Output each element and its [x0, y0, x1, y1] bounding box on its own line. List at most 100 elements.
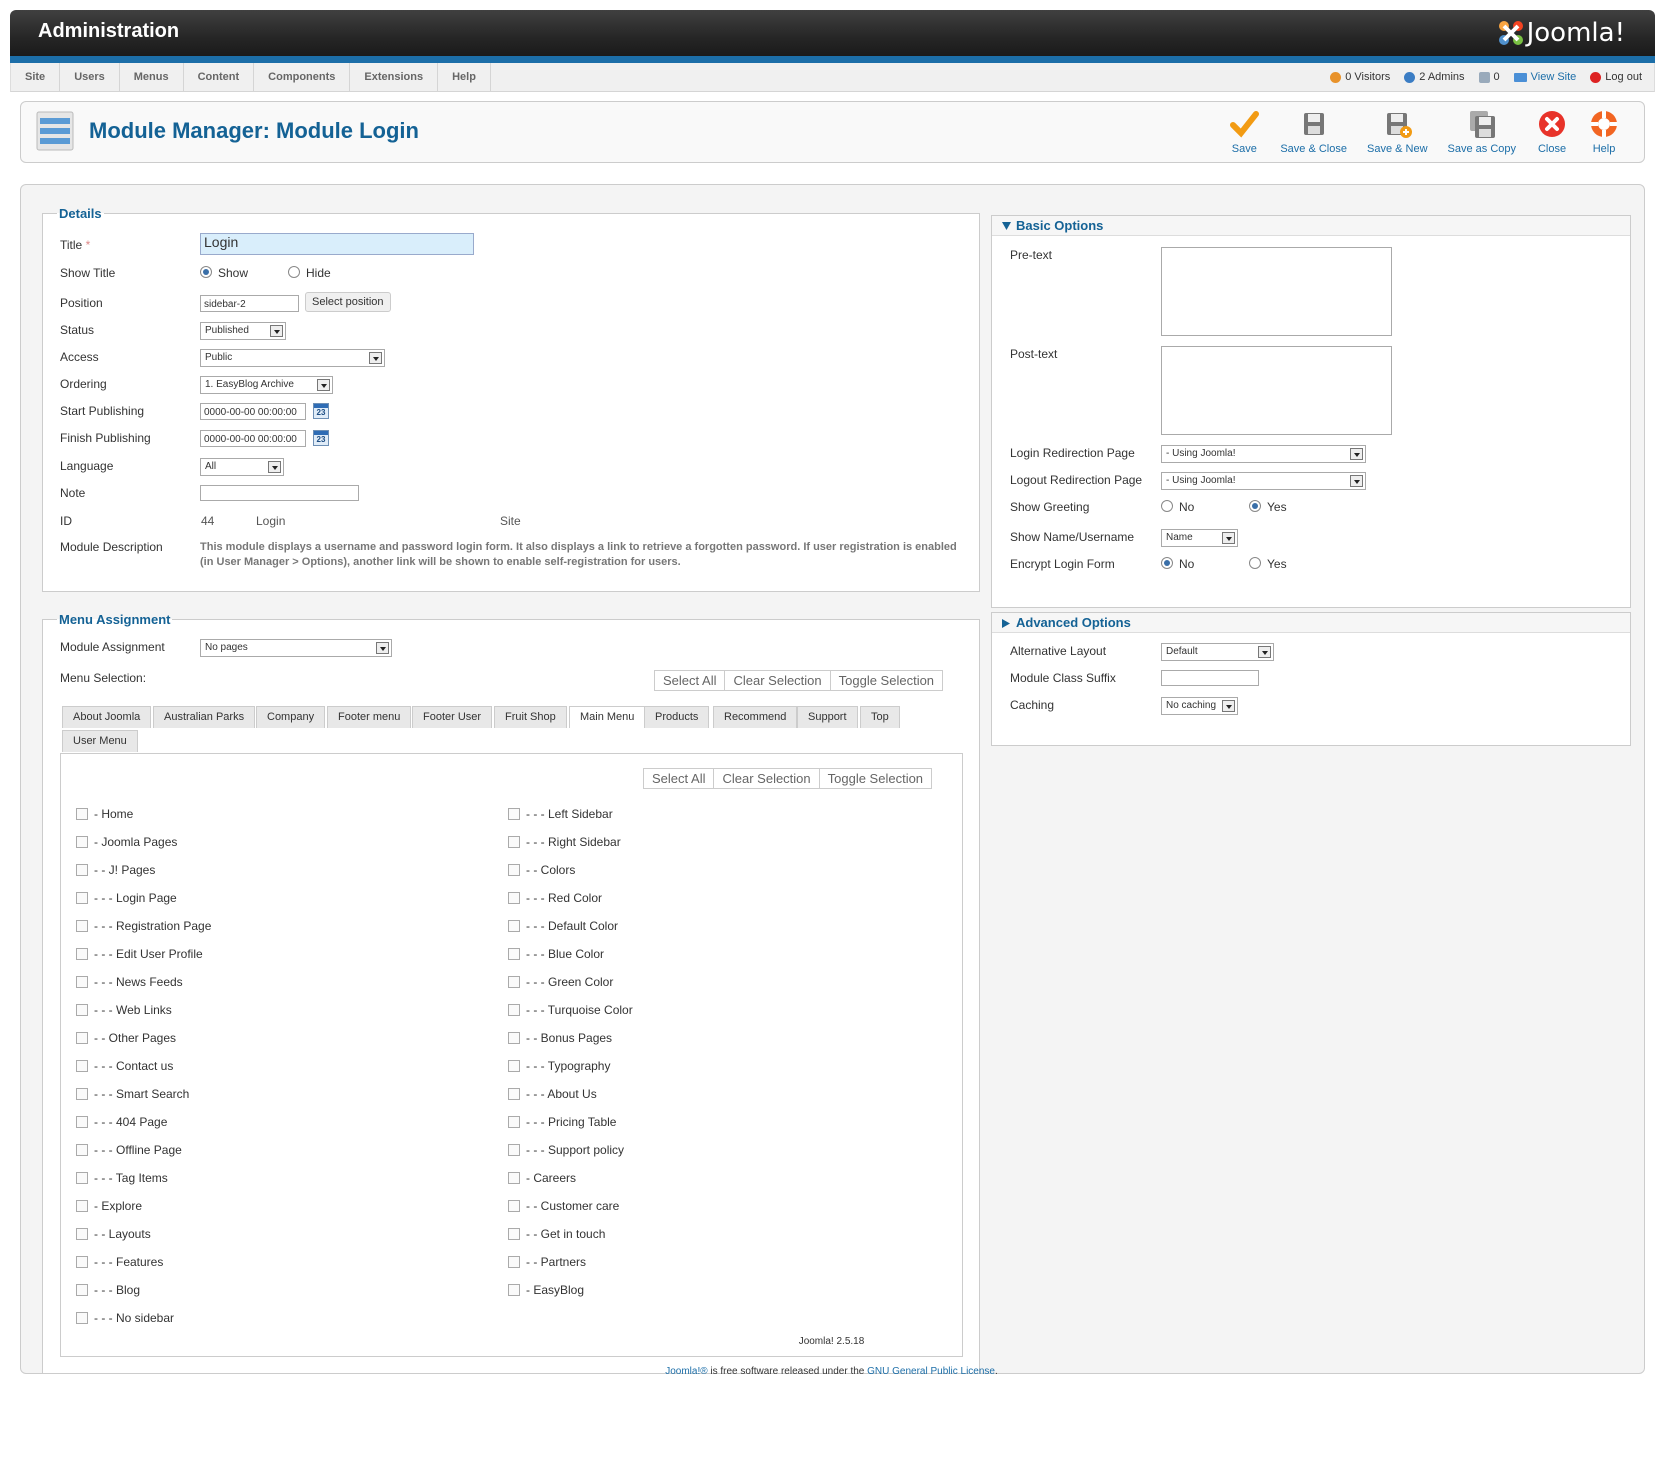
- menu-item-checkbox[interactable]: [76, 892, 88, 904]
- calendar-icon[interactable]: 23: [313, 403, 329, 419]
- login-redirect-select[interactable]: - Using Joomla!: [1161, 445, 1366, 463]
- basic-options-header[interactable]: Basic Options: [992, 216, 1630, 236]
- menu-item-checkbox[interactable]: [508, 1088, 520, 1100]
- start-publishing-input[interactable]: 0000-00-00 00:00:00: [200, 403, 306, 420]
- save-copy-button[interactable]: Save as Copy: [1438, 108, 1526, 155]
- show-title-show-radio[interactable]: [200, 266, 212, 278]
- menu-item-checkbox-row[interactable]: - - Layouts: [76, 1227, 151, 1241]
- calendar-icon[interactable]: 23: [313, 430, 329, 446]
- menu-item-checkbox-row[interactable]: - - - Contact us: [76, 1059, 173, 1073]
- menu-item-checkbox[interactable]: [508, 1228, 520, 1240]
- ordering-select[interactable]: 1. EasyBlog Archive: [200, 376, 333, 394]
- menu-item-checkbox[interactable]: [508, 836, 520, 848]
- save-button[interactable]: Save: [1218, 108, 1270, 155]
- menu-item-checkbox-row[interactable]: - - - 404 Page: [76, 1115, 167, 1129]
- menu-item-checkbox-row[interactable]: - - - No sidebar: [76, 1311, 174, 1325]
- menu-item-checkbox-row[interactable]: - - - Right Sidebar: [508, 835, 621, 849]
- menu-item-checkbox-row[interactable]: - Joomla Pages: [76, 835, 177, 849]
- finish-publishing-input[interactable]: 0000-00-00 00:00:00: [200, 430, 306, 447]
- tab-footer-menu[interactable]: Footer menu: [327, 706, 412, 728]
- clear-selection-button[interactable]: Clear Selection: [725, 671, 831, 690]
- position-input[interactable]: sidebar-2: [200, 295, 299, 312]
- menu-item-checkbox[interactable]: [508, 1032, 520, 1044]
- menu-item-checkbox-row[interactable]: - - - Registration Page: [76, 919, 211, 933]
- menu-item-checkbox-row[interactable]: - - Get in touch: [508, 1227, 605, 1241]
- encrypt-no-radio[interactable]: [1161, 557, 1173, 569]
- menu-item-checkbox-row[interactable]: - Explore: [76, 1199, 142, 1213]
- logout-link[interactable]: Log out: [1590, 71, 1642, 83]
- menu-item-checkbox-row[interactable]: - - J! Pages: [76, 863, 155, 877]
- alternative-layout-select[interactable]: Default: [1161, 643, 1274, 661]
- help-button[interactable]: Help: [1578, 108, 1630, 155]
- menu-item-checkbox[interactable]: [508, 1060, 520, 1072]
- menu-users[interactable]: Users: [60, 63, 120, 91]
- status-select[interactable]: Published: [200, 322, 286, 340]
- menu-item-checkbox[interactable]: [508, 1144, 520, 1156]
- tab-company[interactable]: Company: [256, 706, 326, 728]
- messages-status[interactable]: 0: [1478, 71, 1500, 83]
- menu-item-checkbox[interactable]: [508, 892, 520, 904]
- menu-item-checkbox-row[interactable]: - - Partners: [508, 1255, 586, 1269]
- note-input[interactable]: [200, 485, 359, 501]
- menu-item-checkbox[interactable]: [508, 948, 520, 960]
- menu-item-checkbox[interactable]: [76, 1116, 88, 1128]
- advanced-options-header[interactable]: Advanced Options: [992, 613, 1630, 633]
- menu-item-checkbox-row[interactable]: - - Other Pages: [76, 1031, 176, 1045]
- menu-item-checkbox[interactable]: [76, 976, 88, 988]
- toggle-selection-button[interactable]: Toggle Selection: [831, 671, 942, 690]
- joomla-link[interactable]: Joomla!®: [665, 1366, 707, 1377]
- gpl-link[interactable]: GNU General Public License: [867, 1366, 995, 1377]
- menu-item-checkbox-row[interactable]: - - - Edit User Profile: [76, 947, 203, 961]
- tab-user-menu[interactable]: User Menu: [62, 730, 138, 752]
- module-assignment-select[interactable]: No pages: [200, 639, 392, 657]
- menu-item-checkbox[interactable]: [76, 864, 88, 876]
- logout-redirect-select[interactable]: - Using Joomla!: [1161, 472, 1366, 490]
- tab-recommend[interactable]: Recommend: [713, 706, 798, 728]
- menu-item-checkbox-row[interactable]: - - Colors: [508, 863, 575, 877]
- menu-item-checkbox-row[interactable]: - - - Smart Search: [76, 1087, 189, 1101]
- menu-item-checkbox-row[interactable]: - - - Green Color: [508, 975, 613, 989]
- tab-support[interactable]: Support: [797, 706, 858, 728]
- menu-item-checkbox-row[interactable]: - - - Default Color: [508, 919, 618, 933]
- menu-item-checkbox-row[interactable]: - Home: [76, 807, 133, 821]
- view-site-link[interactable]: View Site: [1513, 71, 1576, 83]
- menu-item-checkbox-row[interactable]: - - - Left Sidebar: [508, 807, 613, 821]
- menu-item-checkbox[interactable]: [508, 808, 520, 820]
- menu-item-checkbox-row[interactable]: - - - About Us: [508, 1087, 597, 1101]
- menu-item-checkbox[interactable]: [76, 1088, 88, 1100]
- save-new-button[interactable]: Save & New: [1357, 108, 1438, 155]
- menu-item-checkbox[interactable]: [508, 1200, 520, 1212]
- close-button[interactable]: Close: [1526, 108, 1578, 155]
- show-title-hide-radio[interactable]: [288, 266, 300, 278]
- title-input[interactable]: Login: [200, 233, 474, 255]
- tab-fruit-shop[interactable]: Fruit Shop: [494, 706, 567, 728]
- show-name-select[interactable]: Name: [1161, 529, 1238, 547]
- menu-item-checkbox[interactable]: [76, 1060, 88, 1072]
- menu-content[interactable]: Content: [184, 63, 255, 91]
- tab-top[interactable]: Top: [860, 706, 900, 728]
- toggle-selection-button[interactable]: Toggle Selection: [820, 769, 931, 788]
- menu-item-checkbox[interactable]: [508, 920, 520, 932]
- menu-item-checkbox[interactable]: [76, 1228, 88, 1240]
- menu-item-checkbox[interactable]: [76, 1312, 88, 1324]
- tab-footer-user[interactable]: Footer User: [412, 706, 493, 728]
- menu-item-checkbox[interactable]: [76, 1144, 88, 1156]
- menu-item-checkbox[interactable]: [76, 808, 88, 820]
- menu-components[interactable]: Components: [254, 63, 351, 91]
- menu-item-checkbox-row[interactable]: - Careers: [508, 1171, 576, 1185]
- menu-site[interactable]: Site: [11, 63, 61, 91]
- tab-products[interactable]: Products: [644, 706, 710, 728]
- menu-item-checkbox-row[interactable]: - - - Blog: [76, 1283, 140, 1297]
- menu-item-checkbox-row[interactable]: - - - Features: [76, 1255, 163, 1269]
- menu-item-checkbox-row[interactable]: - - - Tag Items: [76, 1171, 168, 1185]
- menu-item-checkbox[interactable]: [76, 948, 88, 960]
- menu-item-checkbox[interactable]: [76, 1004, 88, 1016]
- menu-item-checkbox-row[interactable]: - - - Pricing Table: [508, 1115, 616, 1129]
- greeting-no-radio[interactable]: [1161, 500, 1173, 512]
- menu-item-checkbox-row[interactable]: - - - News Feeds: [76, 975, 183, 989]
- menu-item-checkbox-row[interactable]: - - - Login Page: [76, 891, 177, 905]
- tab-australian-parks[interactable]: Australian Parks: [153, 706, 256, 728]
- menu-item-checkbox-row[interactable]: - - - Typography: [508, 1059, 610, 1073]
- menu-item-checkbox[interactable]: [76, 920, 88, 932]
- menu-item-checkbox[interactable]: [508, 1116, 520, 1128]
